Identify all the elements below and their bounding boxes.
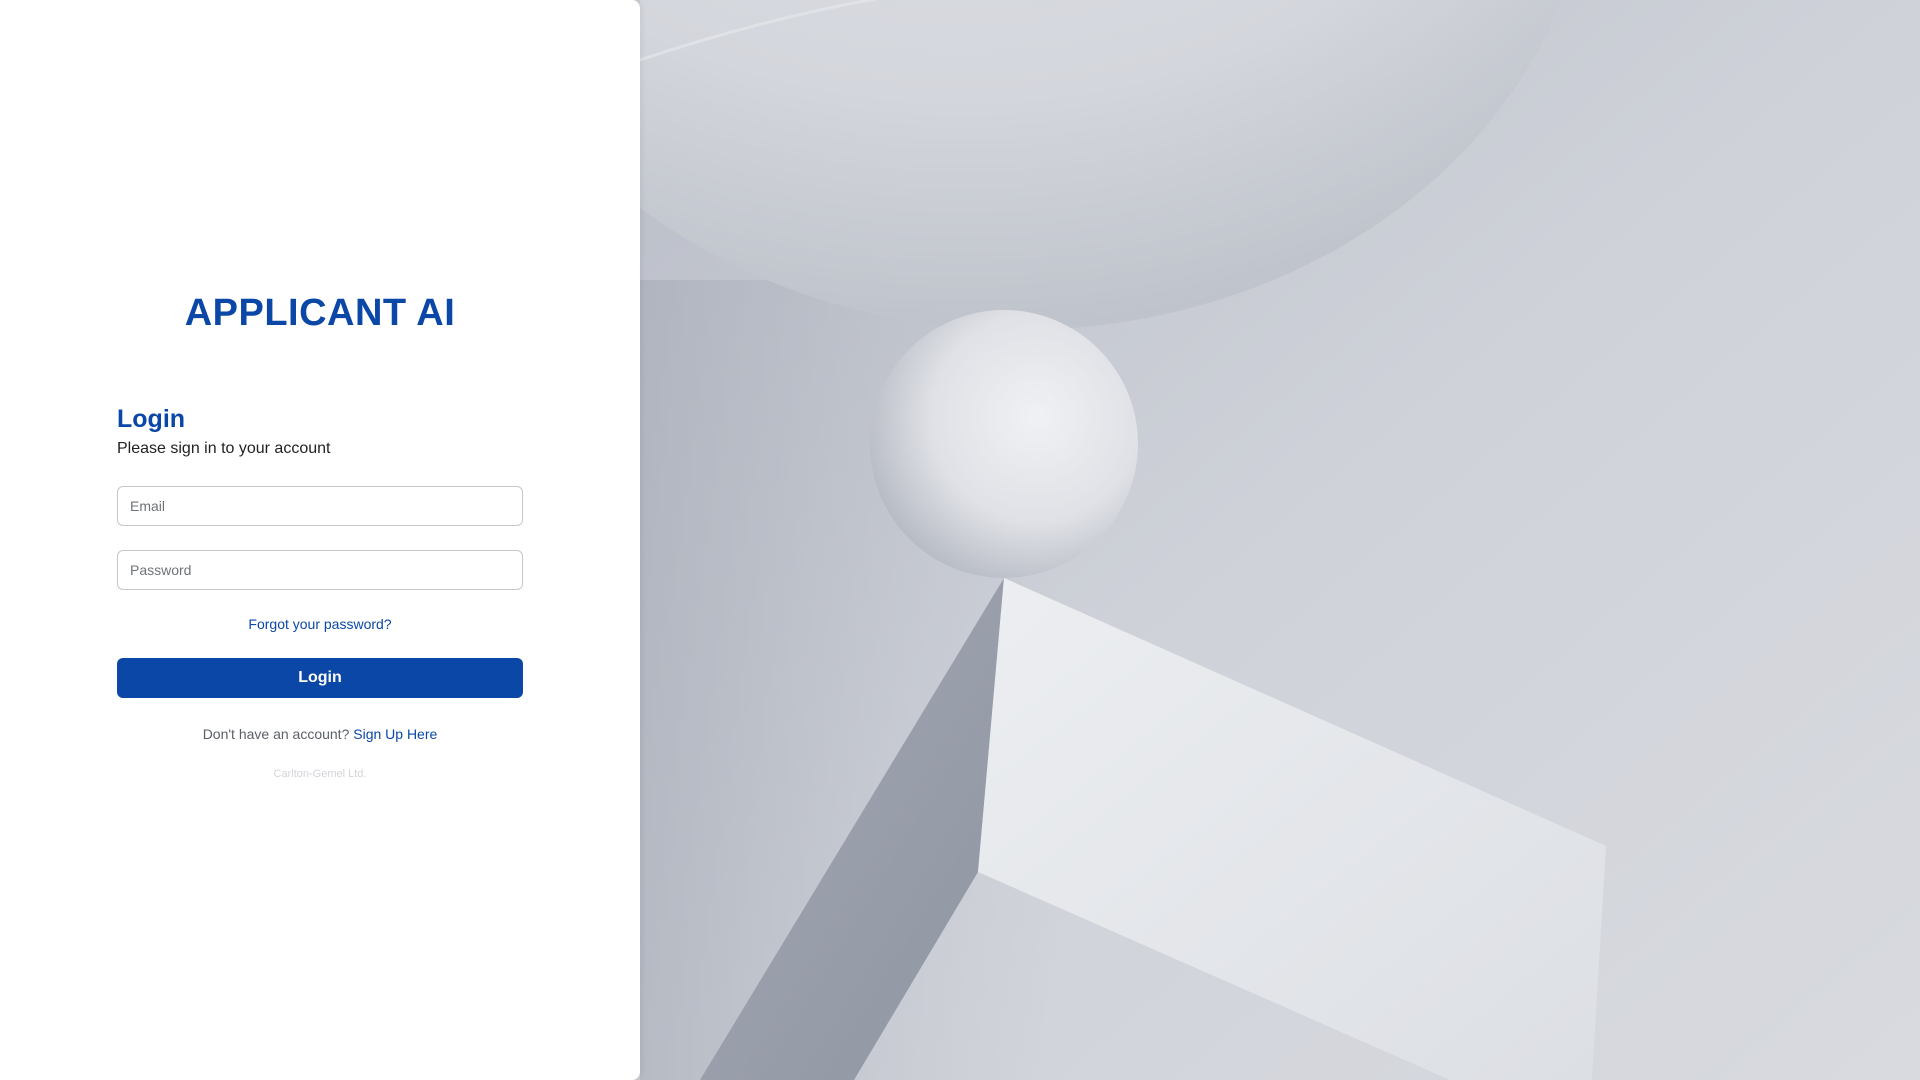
brand-logo-text: APPLICANT AI (184, 292, 456, 334)
login-page: APPLICANT AI Login Please sign in to you… (0, 0, 1920, 1080)
login-button[interactable]: Login (117, 658, 523, 698)
signup-row: Don't have an account? Sign Up Here (117, 725, 523, 743)
background-art-image (640, 0, 1920, 1080)
form-subtitle: Please sign in to your account (117, 440, 331, 457)
email-input[interactable] (117, 486, 523, 526)
signup-link[interactable]: Sign Up Here (353, 726, 437, 742)
login-panel: APPLICANT AI Login Please sign in to you… (0, 0, 640, 1080)
form-title: Login (117, 405, 186, 433)
signup-prompt: Don't have an account? (202, 726, 354, 742)
forgot-password-link[interactable]: Forgot your password? (117, 615, 523, 633)
footer-company: Carlton-Gemel Ltd. (273, 768, 367, 780)
login-form: Login Please sign in to your account For… (117, 402, 523, 781)
password-input[interactable] (117, 550, 523, 590)
